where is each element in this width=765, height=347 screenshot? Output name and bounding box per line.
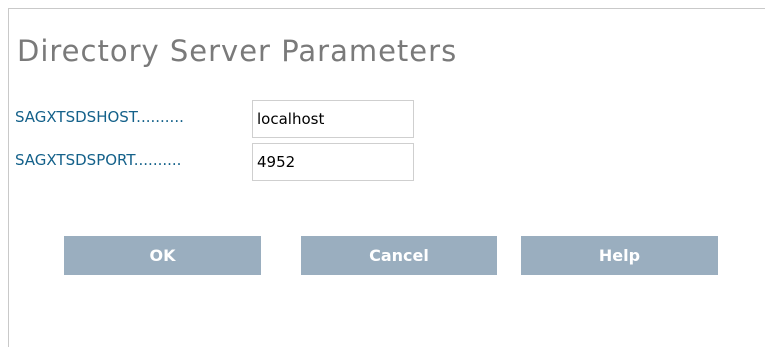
port-label: SAGXTSDSPORT.......... bbox=[15, 151, 182, 169]
host-label: SAGXTSDSHOST.......... bbox=[15, 108, 184, 126]
help-button[interactable]: Help bbox=[521, 236, 718, 275]
host-input[interactable] bbox=[252, 100, 414, 138]
port-input[interactable] bbox=[252, 143, 414, 181]
cancel-button[interactable]: Cancel bbox=[301, 236, 497, 275]
page-title: Directory Server Parameters bbox=[17, 34, 458, 68]
ok-button[interactable]: OK bbox=[64, 236, 261, 275]
